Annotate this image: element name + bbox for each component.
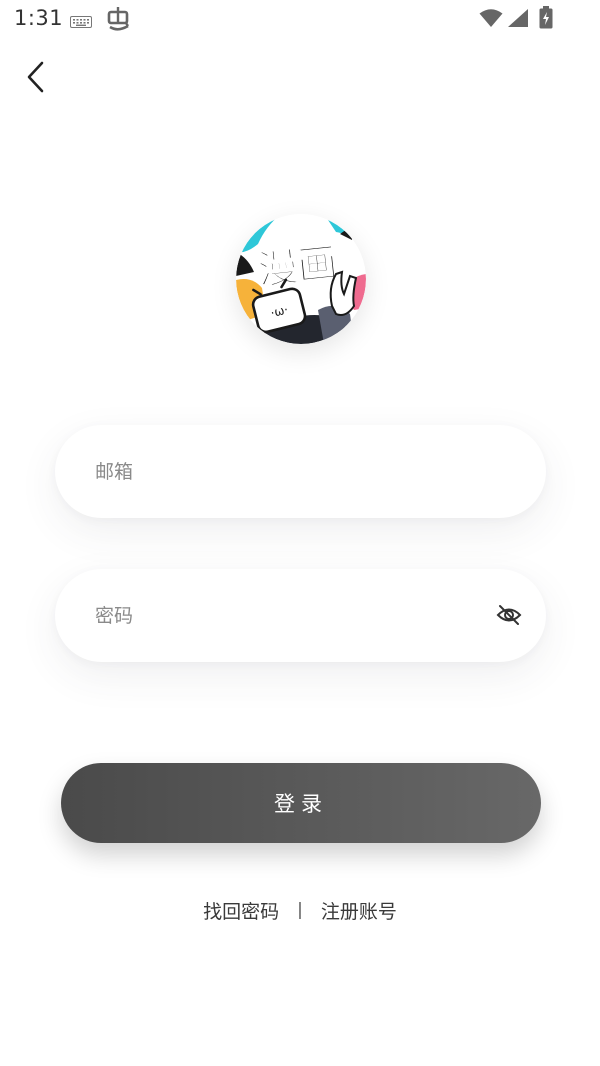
app-logo: 漫画 ·ω· (236, 214, 366, 344)
signal-icon (507, 8, 529, 32)
password-input[interactable] (95, 569, 495, 662)
register-link[interactable]: 注册账号 (321, 897, 397, 924)
email-input[interactable] (95, 425, 495, 518)
battery-icon (538, 6, 554, 34)
auth-links: 找回密码 | 注册账号 (0, 893, 600, 927)
login-button[interactable]: 登录 (61, 763, 541, 843)
chevron-left-icon (27, 61, 44, 93)
link-separator: | (297, 900, 303, 920)
password-field-container (55, 569, 546, 662)
status-time: 1:31 (14, 6, 64, 30)
login-screen: 1:31 漫画 ·ω· 邮箱 登录 找回密码 | 注册账号 (0, 0, 600, 1066)
bug-icon (106, 6, 130, 36)
keyboard-icon (70, 13, 92, 32)
back-button[interactable] (18, 56, 58, 98)
wifi-icon (479, 8, 503, 32)
status-bar: 1:31 (0, 0, 600, 42)
login-button-label: 登录 (274, 792, 328, 816)
email-field-container (55, 425, 546, 518)
forgot-password-link[interactable]: 找回密码 (203, 897, 279, 924)
eye-off-icon[interactable] (496, 603, 522, 631)
logo-text: 漫画 (256, 240, 340, 294)
